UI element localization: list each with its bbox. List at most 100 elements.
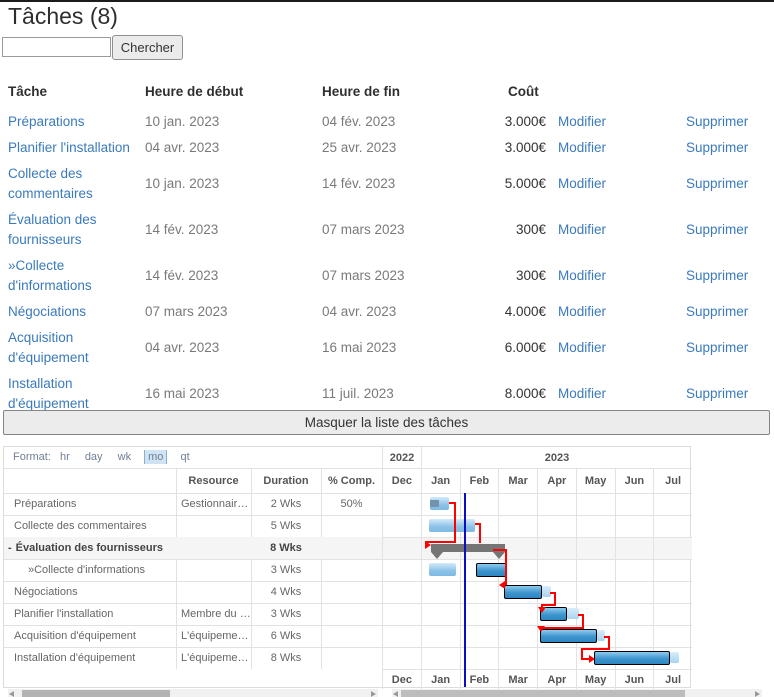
- task-link[interactable]: »Collecte d'informations: [8, 258, 92, 293]
- dependency-line: [505, 549, 507, 585]
- gantt-row[interactable]: Négociations 4 Wks: [4, 581, 382, 603]
- delete-link[interactable]: Supprimer: [686, 386, 748, 401]
- end-date: 07 mars 2023: [322, 268, 405, 283]
- delete-link[interactable]: Supprimer: [686, 340, 748, 355]
- month-header-cell: Mar: [498, 468, 537, 493]
- dependency-line: [454, 502, 456, 543]
- collapse-icon[interactable]: -: [8, 537, 12, 559]
- hide-task-list-button[interactable]: Masquer la liste des tâches: [3, 410, 770, 435]
- cost-value: 300€: [515, 268, 546, 283]
- gantt-duration: 2 Wks: [270, 498, 302, 510]
- delete-link[interactable]: Supprimer: [686, 304, 748, 319]
- gantt-bar[interactable]: [540, 629, 597, 643]
- year-header-2022: 2022: [382, 447, 421, 468]
- start-date: 07 mars 2023: [145, 304, 228, 319]
- search-input[interactable]: [2, 37, 111, 57]
- edit-link[interactable]: Modifier: [558, 114, 606, 129]
- chart-scrollbar-thumb[interactable]: [401, 690, 685, 697]
- top-divider: [0, 0, 774, 2]
- delete-link[interactable]: Supprimer: [686, 222, 748, 237]
- gantt-resource: Membre du p...: [181, 608, 251, 620]
- gantt-row[interactable]: Préparations Gestionnaire... 2 Wks 50%: [4, 493, 382, 515]
- delete-link[interactable]: Supprimer: [686, 268, 748, 283]
- month-footer-cell: Jan: [420, 669, 460, 689]
- grid-line: [459, 468, 461, 687]
- gantt-duration: 4 Wks: [270, 586, 302, 598]
- scroll-left-arrow-icon[interactable]: [9, 691, 14, 697]
- gantt-row-child[interactable]: »Collecte d'informations 3 Wks: [4, 559, 382, 581]
- format-option-wk[interactable]: wk: [118, 451, 131, 463]
- gantt-bar[interactable]: [429, 563, 456, 576]
- gantt-row[interactable]: Installation d'équipement L'équipemen... 8…: [4, 647, 382, 669]
- table-row: Préparations 10 jan. 2023 04 fév. 2023 3…: [0, 109, 774, 135]
- edit-link[interactable]: Modifier: [558, 176, 606, 191]
- format-option-qt[interactable]: qt: [180, 451, 189, 463]
- scroll-right-arrow-icon[interactable]: [371, 691, 376, 697]
- gantt-row[interactable]: Planifier l'installation Membre du p... 3 …: [4, 603, 382, 625]
- gantt-task-name: Préparations: [14, 498, 77, 510]
- month-footer-cell: Apr: [537, 669, 576, 689]
- gantt-resource: [176, 537, 251, 559]
- table-header-row: Tâche Heure de début Heure de fin Coût: [0, 78, 774, 109]
- gantt-row[interactable]: Acquisition d'équipement L'équipemen... 6 …: [4, 625, 382, 647]
- left-scrollbar-thumb[interactable]: [22, 690, 170, 697]
- table-row: »Collecte d'informations 14 fév. 2023 07…: [0, 253, 774, 299]
- year-header-2023: 2023: [421, 447, 692, 468]
- task-link[interactable]: Planifier l'installation: [8, 140, 130, 155]
- gantt-row[interactable]: Collecte des commentaires 5 Wks: [4, 515, 382, 537]
- month-header-cell: May: [575, 468, 615, 493]
- end-date: 07 mars 2023: [322, 222, 405, 237]
- col-header-resource: Resource: [188, 474, 239, 487]
- start-date: 04 avr. 2023: [145, 140, 220, 155]
- dependency-arrow-icon: [538, 607, 546, 613]
- edit-link[interactable]: Modifier: [558, 140, 606, 155]
- edit-link[interactable]: Modifier: [558, 304, 606, 319]
- scroll-right-arrow-icon[interactable]: [755, 691, 760, 697]
- delete-link[interactable]: Supprimer: [686, 114, 748, 129]
- dependency-arrow-icon: [537, 626, 545, 632]
- gantt-bar[interactable]: [429, 519, 475, 532]
- gantt-duration: 3 Wks: [270, 608, 302, 620]
- table-row: Négociations 07 mars 2023 04 avr. 2023 4…: [0, 299, 774, 325]
- table-row: Planifier l'installation 04 avr. 2023 25…: [0, 135, 774, 161]
- task-table: Tâche Heure de début Heure de fin Coût P…: [0, 78, 774, 417]
- format-option-mo-selected[interactable]: mo: [144, 450, 168, 464]
- end-date: 25 avr. 2023: [322, 140, 397, 155]
- task-link[interactable]: Collecte des commentaires: [8, 166, 93, 201]
- edit-link[interactable]: Modifier: [558, 268, 606, 283]
- task-link[interactable]: Négociations: [8, 304, 86, 319]
- month-footer-cell: Mar: [498, 669, 537, 689]
- format-option-day[interactable]: day: [85, 451, 103, 463]
- grid-line: [498, 468, 500, 687]
- task-link[interactable]: Évaluation des fournisseurs: [8, 212, 97, 247]
- col-header-task: Tâche: [8, 84, 48, 99]
- gantt-bar[interactable]: [504, 585, 542, 599]
- month-footer-cell: Jun: [614, 669, 654, 689]
- delete-link[interactable]: Supprimer: [686, 140, 748, 155]
- task-link[interactable]: Préparations: [8, 114, 85, 129]
- gantt-row-group[interactable]: - Évaluation des fournisseurs 8 Wks: [4, 537, 382, 559]
- scroll-left-arrow-icon[interactable]: [393, 691, 398, 697]
- edit-link[interactable]: Modifier: [558, 386, 606, 401]
- gantt-pct: 50%: [340, 498, 363, 510]
- grid-line: [382, 447, 383, 687]
- dependency-arrow-icon: [499, 581, 505, 589]
- gantt-task-name: »Collecte d'informations: [28, 564, 146, 576]
- cost-value: 4.000€: [504, 304, 546, 319]
- gantt-pct: [321, 515, 382, 537]
- gantt-bar[interactable]: [476, 563, 507, 577]
- grid-line: [575, 468, 577, 687]
- gantt-bar[interactable]: [594, 651, 670, 665]
- start-date: 14 fév. 2023: [145, 268, 219, 283]
- gantt-duration: 6 Wks: [270, 630, 302, 642]
- task-link[interactable]: Acquisition d'équipement: [8, 330, 89, 365]
- start-date: 10 jan. 2023: [145, 114, 220, 129]
- format-option-hr[interactable]: hr: [60, 451, 70, 463]
- task-link[interactable]: Installation d'équipement: [8, 376, 89, 411]
- edit-link[interactable]: Modifier: [558, 222, 606, 237]
- edit-link[interactable]: Modifier: [558, 340, 606, 355]
- delete-link[interactable]: Supprimer: [686, 176, 748, 191]
- search-button[interactable]: Chercher: [112, 35, 183, 60]
- format-label: Format:: [13, 451, 51, 463]
- table-row: Collecte des commentaires 10 jan. 2023 1…: [0, 161, 774, 207]
